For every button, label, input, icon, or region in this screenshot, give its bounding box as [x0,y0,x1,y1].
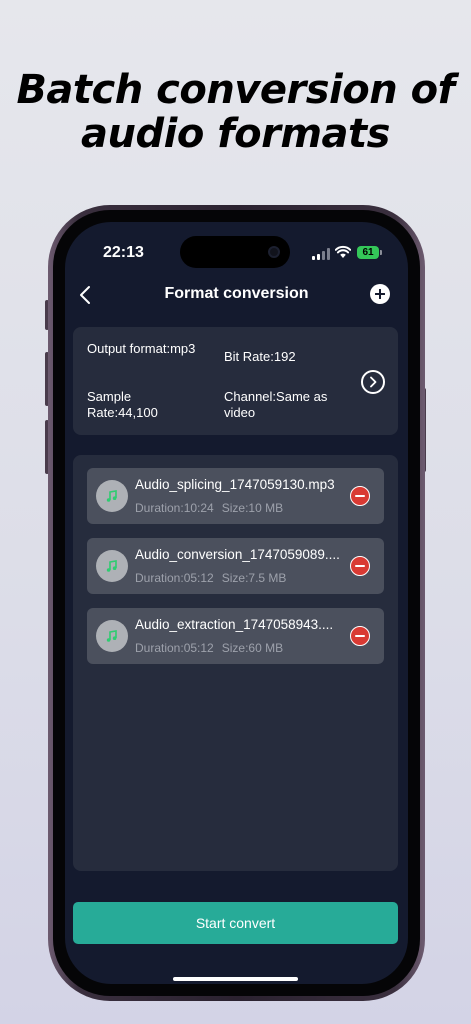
promo-title-line-2: audio formats [81,111,390,157]
app-screen: 22:13 61 Format conversion Output format… [65,222,408,984]
sample-rate-label: Sample Rate:44,100 [87,389,158,420]
channel-label: Channel:Same as video [224,389,328,420]
promo-title: Batch conversion of audio formats [0,68,471,156]
promo-title-line-1: Batch conversion of [16,67,455,113]
music-note-icon [96,480,128,512]
page-title: Format conversion [164,285,309,302]
dynamic-island [180,236,290,268]
file-meta: Duration:10:24 Size:10 MB [135,501,283,515]
remove-file-button[interactable] [350,486,370,506]
bit-rate-label: Bit Rate:192 [224,349,296,364]
music-note-icon [96,550,128,582]
music-note-icon [96,620,128,652]
file-meta: Duration:05:12 Size:7.5 MB [135,571,286,585]
file-size: Size:7.5 MB [221,571,287,585]
file-name: Audio_extraction_1747058943.... [135,617,334,632]
battery-icon: 61 [357,246,379,259]
home-indicator[interactable] [173,977,298,981]
cellular-signal-icon [312,248,330,260]
output-format-label: Output format:mp3 [87,341,196,356]
settings-arrow-button[interactable] [361,370,385,394]
file-meta: Duration:05:12 Size:60 MB [135,641,283,655]
remove-file-button[interactable] [350,556,370,576]
front-camera-icon [268,246,280,258]
minus-icon [355,635,365,637]
list-item[interactable]: Audio_extraction_1747058943.... Duration… [87,608,384,664]
status-time: 22:13 [103,244,144,261]
output-settings-card[interactable]: Output format:mp3 Bit Rate:192 Sample Ra… [73,327,398,435]
file-size: Size:10 MB [221,501,284,515]
file-duration: Duration:05:12 [135,641,214,655]
start-convert-button[interactable]: Start convert [73,902,398,944]
file-name: Audio_splicing_1747059130.mp3 [135,477,335,492]
file-size: Size:60 MB [221,641,284,655]
minus-icon [355,565,365,567]
file-duration: Duration:05:12 [135,571,214,585]
list-item[interactable]: Audio_conversion_1747059089.... Duration… [87,538,384,594]
battery-cap [380,250,382,255]
remove-file-button[interactable] [350,626,370,646]
file-list: Audio_splicing_1747059130.mp3 Duration:1… [73,455,398,871]
add-file-button[interactable] [370,284,390,304]
chevron-right-icon [370,376,377,388]
phone-bezel: 22:13 61 Format conversion Output format… [53,210,420,996]
plus-icon [375,289,385,299]
wifi-icon [335,245,351,258]
phone-frame: 22:13 61 Format conversion Output format… [48,205,425,1001]
minus-icon [355,495,365,497]
list-item[interactable]: Audio_splicing_1747059130.mp3 Duration:1… [87,468,384,524]
file-name: Audio_conversion_1747059089.... [135,547,340,562]
file-duration: Duration:10:24 [135,501,214,515]
